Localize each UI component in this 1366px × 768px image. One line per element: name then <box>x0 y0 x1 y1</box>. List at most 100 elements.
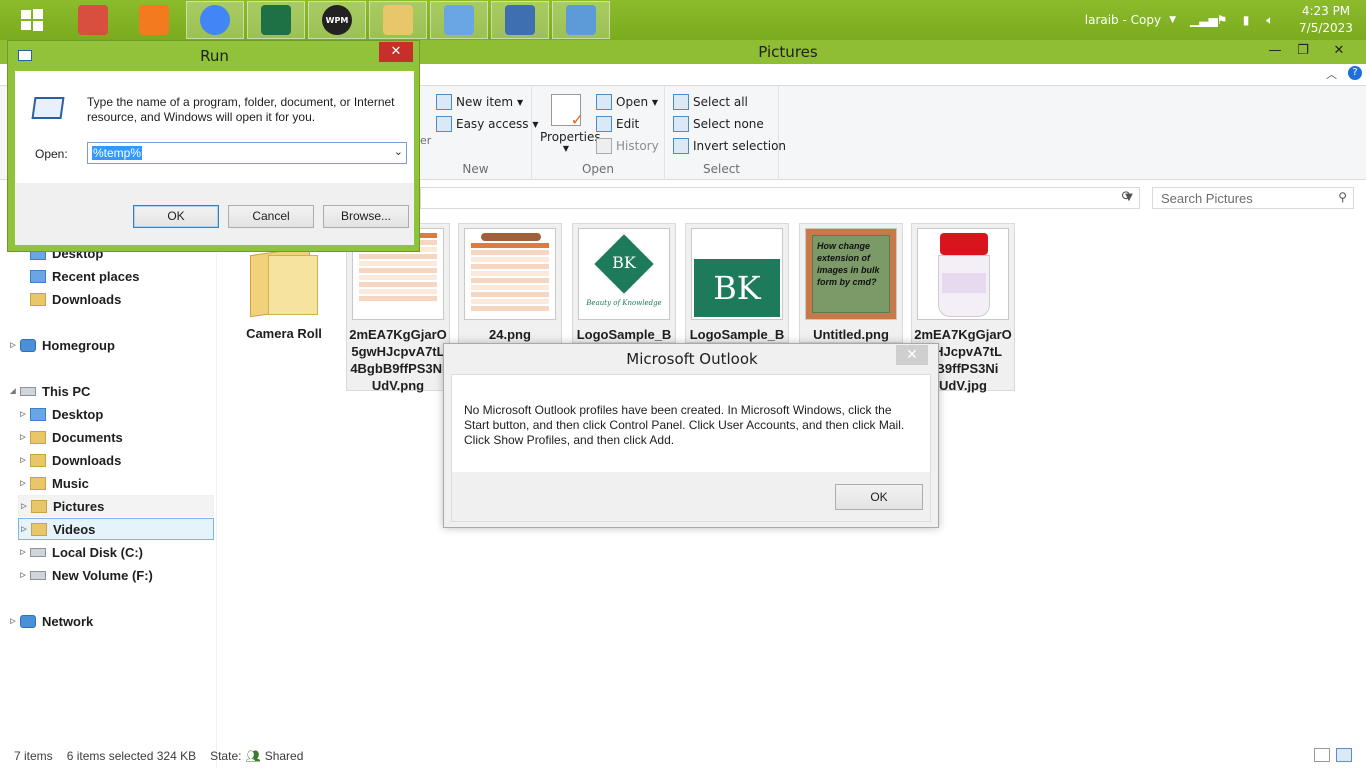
shared-label: Shared <box>264 748 304 763</box>
chevron-up-icon[interactable]: ︿ <box>1326 66 1337 82</box>
flag-icon[interactable]: ⚑ <box>1214 13 1230 27</box>
start-button[interactable] <box>3 1 61 39</box>
chevron-down-icon[interactable]: ▼ <box>1169 15 1176 25</box>
folder-icon <box>30 453 46 467</box>
select-none-button[interactable]: Select none <box>673 116 764 132</box>
nav-item-videos[interactable]: ▷ Videos <box>18 518 214 540</box>
open-label: Open: <box>35 147 68 161</box>
outlook-ok-button[interactable]: OK <box>835 484 923 510</box>
taskbar-apps: WPM <box>0 1 610 39</box>
window-app-button[interactable] <box>491 1 549 39</box>
nav-item-label: Downloads <box>52 452 122 468</box>
file-item[interactable]: BK Beauty of Knowledge LogoSample_B <box>572 223 676 343</box>
outlook-dialog-title: Microsoft Outlook <box>626 350 758 368</box>
large-icons-view-icon[interactable] <box>1336 748 1352 762</box>
search-input[interactable]: Search Pictures ⚲ <box>1152 187 1354 209</box>
file-item[interactable]: BK LogoSample_B <box>685 223 789 343</box>
outlook-message: No Microsoft Outlook profiles have been … <box>464 403 905 447</box>
expand-arrow-icon[interactable]: ▷ <box>19 525 29 533</box>
properties-button[interactable]: Properties ▼ <box>540 94 601 153</box>
file-explorer-icon <box>383 5 413 35</box>
nav-item-pictures[interactable]: ▷ Pictures <box>18 495 214 517</box>
details-view-icon[interactable] <box>1314 748 1330 762</box>
browse-button[interactable]: Browse... <box>323 205 409 228</box>
ok-button[interactable]: OK <box>133 205 219 228</box>
nav-item-label: Music <box>52 475 89 491</box>
paint-palette-button[interactable] <box>430 1 488 39</box>
nav-item-this-pc[interactable]: ◢ This PC <box>8 380 214 402</box>
user-name[interactable]: laraib - Copy <box>1085 13 1161 27</box>
paint-tool-button[interactable] <box>64 1 122 39</box>
invert-selection-icon <box>673 138 689 154</box>
nav-item-recent-places[interactable]: Recent places <box>18 265 214 287</box>
select-all-button[interactable]: Select all <box>673 94 748 110</box>
nav-item-local-disk-c[interactable]: ▷ Local Disk (C:) <box>18 541 214 563</box>
nav-item-homegroup[interactable]: ▷ Homegroup <box>8 334 214 356</box>
refresh-icon[interactable]: ⟳ <box>1116 189 1138 207</box>
file-item[interactable]: How change extension of images in bulk f… <box>799 223 903 343</box>
expand-arrow-icon[interactable]: ▷ <box>18 410 28 418</box>
expand-arrow-icon[interactable]: ▷ <box>18 456 28 464</box>
file-name: LogoSample_B <box>576 327 672 342</box>
invert-selection-button[interactable]: Invert selection <box>673 138 786 154</box>
nav-item-downloads[interactable]: Downloads <box>18 288 214 310</box>
expand-arrow-icon[interactable]: ▷ <box>18 571 28 579</box>
expand-arrow-icon[interactable]: ▷ <box>18 433 28 441</box>
cancel-button[interactable]: Cancel <box>228 205 314 228</box>
clock-time: 4:23 PM <box>1301 4 1351 18</box>
edit-button[interactable]: Edit <box>596 116 639 132</box>
paint-tool-icon <box>78 5 108 35</box>
easy-access-button[interactable]: Easy access ▼ <box>436 116 539 132</box>
run-app-button[interactable] <box>552 1 610 39</box>
expand-arrow-icon[interactable]: ▷ <box>18 548 28 556</box>
address-bar[interactable]: ▼ <box>420 187 1140 209</box>
run-dialog-body: Type the name of a program, folder, docu… <box>15 71 414 245</box>
open-combobox[interactable]: %temp% ⌄ <box>87 142 407 164</box>
run-app-icon <box>566 5 596 35</box>
expand-arrow-icon[interactable]: ▷ <box>19 502 29 510</box>
system-tray: laraib - Copy ▼ ▁▃▅ ⚑ ▮ 🔈︎ 4:23 PM 7/5/2… <box>1085 0 1366 40</box>
uc-browser-button[interactable] <box>125 1 183 39</box>
nav-item-documents[interactable]: ▷ Documents <box>18 426 214 448</box>
logo-text: BK <box>612 253 636 272</box>
new-item-label: New item <box>456 95 514 109</box>
nav-item-new-volume-f[interactable]: ▷ New Volume (F:) <box>18 564 214 586</box>
nav-item-desktop[interactable]: ▷ Desktop <box>18 403 214 425</box>
close-icon[interactable]: ✕ <box>1324 40 1354 62</box>
nav-item-network[interactable]: ▷ Network <box>8 610 214 632</box>
chevron-down-icon[interactable]: ⌄ <box>394 145 403 158</box>
expand-arrow-icon[interactable]: ▷ <box>8 617 18 625</box>
battery-icon[interactable]: ▮ <box>1238 13 1254 27</box>
nav-item-label: Desktop <box>52 406 104 422</box>
file-name: Untitled.png <box>813 327 889 342</box>
excel-button[interactable] <box>247 1 305 39</box>
expand-arrow-icon[interactable]: ▷ <box>18 479 28 487</box>
invert-selection-label: Invert selection <box>693 139 787 153</box>
history-button[interactable]: History <box>596 138 659 154</box>
maximize-icon[interactable]: ❐ <box>1288 40 1318 62</box>
open-button[interactable]: Open ▼ <box>596 94 658 110</box>
file-name: 24.png <box>489 327 531 342</box>
nav-item-downloads[interactable]: ▷ Downloads <box>18 449 214 471</box>
expand-arrow-icon[interactable]: ▷ <box>8 341 18 349</box>
close-icon[interactable]: ✕ <box>896 345 928 365</box>
taskbar: WPM laraib - Copy ▼ ▁▃▅ ⚑ ▮ 🔈︎ 4:23 PM 7… <box>0 0 1366 40</box>
run-dialog-title: Run <box>200 47 229 65</box>
expand-arrow-icon[interactable]: ◢ <box>8 387 18 395</box>
chrome-button[interactable] <box>186 1 244 39</box>
folder-icon <box>30 269 46 283</box>
folder-icon <box>30 407 46 421</box>
close-icon[interactable]: ✕ <box>379 42 413 62</box>
signal-icon[interactable]: ▁▃▅ <box>1190 13 1218 27</box>
edit-label: Edit <box>616 117 640 131</box>
outlook-dialog: Microsoft Outlook ✕ No Microsoft Outlook… <box>443 343 939 528</box>
file-explorer-button[interactable] <box>369 1 427 39</box>
open-input-value[interactable]: %temp% <box>92 146 143 160</box>
clock[interactable]: 4:23 PM 7/5/2023 <box>1286 3 1366 37</box>
volume-icon[interactable]: 🔈︎ <box>1262 13 1278 27</box>
wpm-button[interactable]: WPM <box>308 1 366 39</box>
new-item-button[interactable]: New item ▼ <box>436 94 523 110</box>
help-icon[interactable]: ? <box>1348 66 1362 80</box>
nav-item-music[interactable]: ▷ Music <box>18 472 214 494</box>
minimize-icon[interactable]: — <box>1260 40 1290 62</box>
